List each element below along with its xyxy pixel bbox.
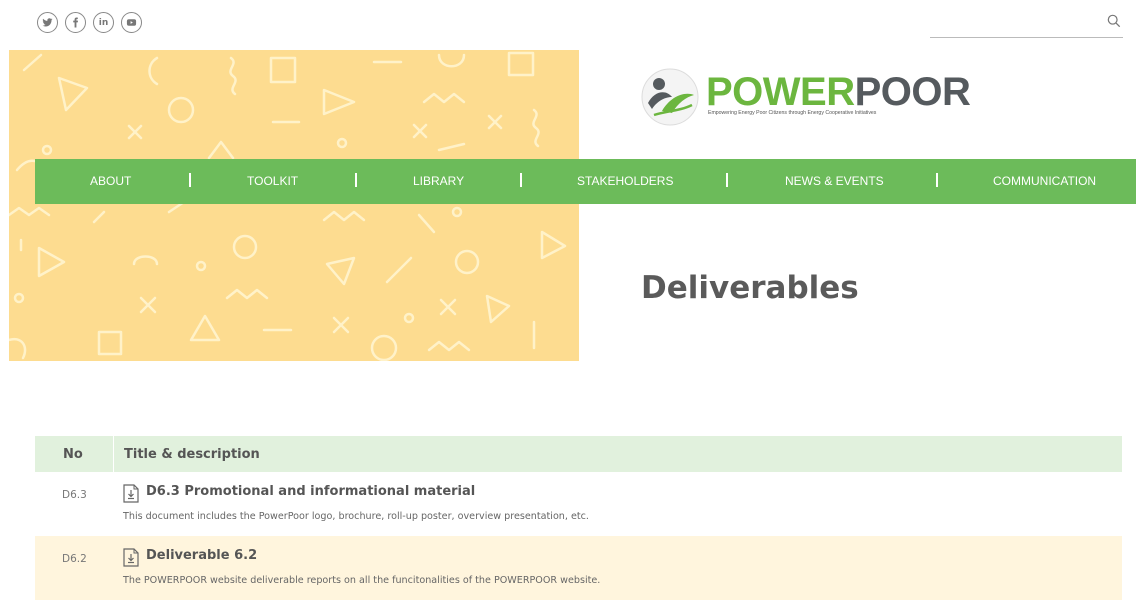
social-links: in	[37, 12, 142, 33]
logo-word-poor: POOR	[854, 70, 971, 114]
nav-item-stakeholders[interactable]: STAKEHOLDERS	[577, 174, 673, 188]
file-download-icon[interactable]	[123, 484, 139, 503]
deliverable-description: This document includes the PowerPoor log…	[123, 511, 589, 522]
powerpoor-logo-icon	[641, 68, 699, 126]
nav-separator	[936, 173, 938, 187]
twitter-icon[interactable]	[37, 12, 58, 33]
banner-pattern	[9, 51, 567, 361]
nav-separator	[189, 173, 191, 187]
nav-separator	[355, 173, 357, 187]
column-header-no: No	[63, 446, 83, 462]
deliverables-table: No Title & description D6.3 D6.3 Promoti…	[35, 436, 1122, 600]
linkedin-label: in	[98, 17, 109, 28]
deliverable-description: The POWERPOOR website deliverable report…	[123, 575, 601, 586]
youtube-icon[interactable]	[121, 12, 142, 33]
main-nav: ABOUT TOOLKIT LIBRARY STAKEHOLDERS NEWS …	[35, 159, 1136, 204]
nav-item-about[interactable]: ABOUT	[90, 174, 131, 188]
nav-item-communication[interactable]: COMMUNICATION	[993, 174, 1096, 188]
deliverable-title-link[interactable]: Deliverable 6.2	[146, 548, 257, 563]
logo-tagline: Empowering Energy Poor Citizens through …	[708, 110, 877, 116]
search-icon[interactable]	[1107, 14, 1121, 28]
table-row: D6.3 D6.3 Promotional and informational …	[35, 472, 1122, 536]
nav-item-news-events[interactable]: NEWS & EVENTS	[785, 174, 884, 188]
row-number: D6.2	[62, 553, 87, 565]
logo-word-power: POWER	[706, 70, 855, 114]
search-input[interactable]	[930, 9, 1095, 36]
logo-wordmark: POWERPOOR	[706, 70, 971, 114]
site-logo[interactable]: POWERPOOR Empowering Energy Poor Citizen…	[640, 67, 971, 127]
nav-item-toolkit[interactable]: TOOLKIT	[247, 174, 298, 188]
nav-item-library[interactable]: LIBRARY	[413, 174, 464, 188]
search-box	[930, 9, 1123, 38]
facebook-icon[interactable]	[65, 12, 86, 33]
table-row: D6.2 Deliverable 6.2 The POWERPOOR websi…	[35, 536, 1122, 600]
file-download-icon[interactable]	[123, 548, 139, 567]
hero-banner	[9, 50, 579, 361]
linkedin-icon[interactable]: in	[93, 12, 114, 33]
column-header-title: Title & description	[113, 436, 260, 472]
page-title: Deliverables	[641, 270, 859, 306]
nav-separator	[520, 173, 522, 187]
row-number: D6.3	[62, 489, 87, 501]
table-header: No Title & description	[35, 436, 1122, 472]
nav-separator	[726, 173, 728, 187]
deliverable-title-link[interactable]: D6.3 Promotional and informational mater…	[146, 484, 475, 499]
